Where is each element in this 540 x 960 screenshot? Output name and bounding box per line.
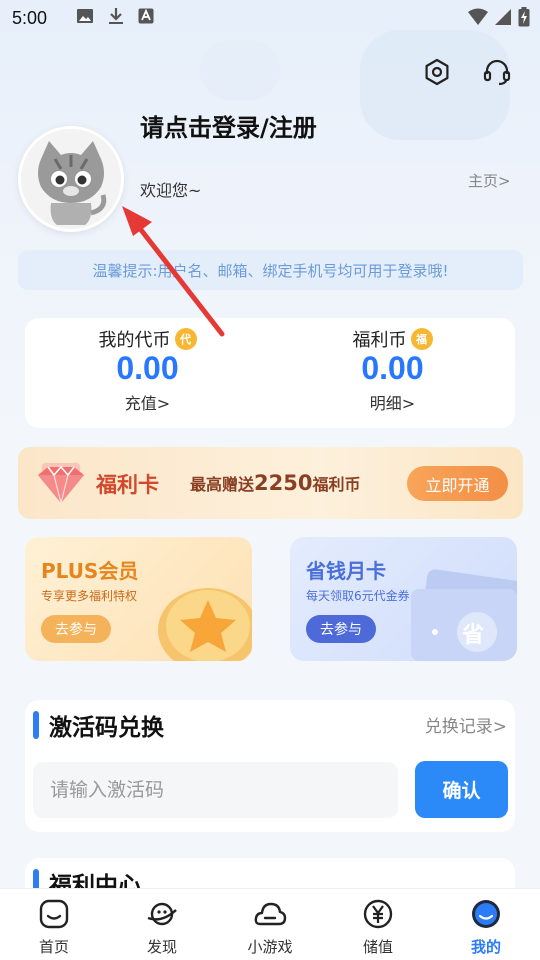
welcome-text: 欢迎您~ (140, 181, 202, 200)
customer-service-button[interactable] (479, 56, 515, 92)
gear-icon (423, 58, 451, 90)
tab-home-label: 首页 (38, 938, 69, 956)
saving-monthly-card[interactable]: 省 省钱月卡 每天领取6元代金券 去参与 (290, 537, 517, 661)
planet-icon (145, 897, 179, 931)
card-glyph-text: 省 (462, 623, 485, 648)
welfare-card-amount: 2250 (254, 471, 313, 495)
section-accent-bar (33, 711, 39, 739)
welfare-card-banner[interactable]: 福利卡 最高赠送2250福利币 立即开通 (18, 447, 523, 519)
status-time: 5:00 (12, 7, 48, 28)
star-coin-icon (150, 582, 252, 661)
monthly-card-title: 省钱月卡 (306, 559, 386, 583)
welfare-badge-icon: 福 (410, 328, 433, 350)
download-notification-icon (108, 7, 124, 29)
activation-code-title-text: 激活码兑换 (49, 715, 164, 741)
plus-subtitle: 专享更多福利特权 (41, 589, 138, 603)
tab-mini-games-label: 小游戏 (247, 938, 293, 956)
my-coin-value: 0.00 (116, 350, 179, 386)
plus-title: PLUS会员 (41, 559, 139, 583)
my-coin-label: 我的代币 (98, 330, 171, 351)
background-decoration (200, 40, 280, 100)
my-coin-section: 我的代币 代 0.00 充值> (25, 318, 270, 428)
home-icon (37, 897, 71, 931)
battery-icon (518, 7, 530, 31)
tab-profile[interactable]: 我的 (432, 889, 540, 960)
tab-mini-games[interactable]: 小游戏 (216, 889, 324, 960)
details-link[interactable]: 明细> (270, 390, 515, 414)
yen-icon (361, 897, 395, 931)
coin-badge-icon: 代 (174, 328, 197, 350)
recharge-link[interactable]: 充值> (25, 390, 270, 414)
welfare-card-title: 福利卡 (96, 473, 159, 497)
welfare-card-desc-prefix: 最高赠送 (190, 475, 255, 494)
app-notification-icon (138, 8, 154, 28)
tab-stored-value[interactable]: 储值 (324, 889, 432, 960)
login-register-link[interactable]: 请点击登录/注册 (140, 108, 317, 143)
coins-card: 我的代币 代 0.00 充值> 福利币 福 0.00 明细> (25, 318, 515, 428)
tab-stored-value-label: 储值 (362, 938, 393, 956)
activation-code-section: 激活码兑换 兑换记录> 确认 (25, 700, 515, 832)
monthly-card-subtitle: 每天领取6元代金券 (306, 589, 410, 603)
image-notification-icon (76, 8, 94, 28)
welfare-card-description: 最高赠送2250福利币 (190, 471, 360, 495)
avatar[interactable] (18, 126, 124, 232)
profile-icon (469, 897, 503, 931)
status-bar: 5:00 (0, 0, 540, 36)
activation-code-input[interactable] (33, 762, 398, 818)
home-page-link[interactable]: 主页> (468, 170, 511, 191)
confirm-button[interactable]: 确认 (415, 761, 508, 818)
welfare-card-desc-suffix: 福利币 (312, 475, 361, 494)
gem-icon (32, 455, 90, 515)
plus-membership-card[interactable]: PLUS会员 专享更多福利特权 去参与 (25, 537, 252, 661)
activate-now-button[interactable]: 立即开通 (407, 466, 508, 501)
signal-icon (494, 8, 512, 30)
tab-profile-label: 我的 (470, 938, 501, 956)
activation-code-title: 激活码兑换 (33, 708, 164, 742)
login-tip-banner: 温馨提示:用户名、邮箱、绑定手机号均可用于登录哦! (18, 250, 523, 290)
login-tip-text: 温馨提示:用户名、邮箱、绑定手机号均可用于登录哦! (92, 261, 449, 280)
welfare-coin-value: 0.00 (361, 350, 424, 386)
tab-home[interactable]: 首页 (0, 889, 108, 960)
tab-discover[interactable]: 发现 (108, 889, 216, 960)
bottom-tab-bar: 首页 发现 小游戏 储值 我的 (0, 888, 540, 960)
welfare-coin-section: 福利币 福 0.00 明细> (270, 318, 515, 428)
welfare-coin-label: 福利币 (352, 330, 407, 351)
plus-join-button[interactable]: 去参与 (41, 615, 111, 643)
headset-icon (482, 57, 512, 91)
settings-button[interactable] (419, 56, 455, 92)
redeem-history-link[interactable]: 兑换记录> (425, 712, 507, 737)
cat-avatar-icon (21, 129, 121, 229)
voucher-card-icon: 省 (405, 569, 517, 661)
wifi-icon (468, 8, 488, 30)
cloud-icon (253, 897, 287, 931)
monthly-card-join-button[interactable]: 去参与 (306, 615, 376, 643)
tab-discover-label: 发现 (146, 938, 177, 956)
